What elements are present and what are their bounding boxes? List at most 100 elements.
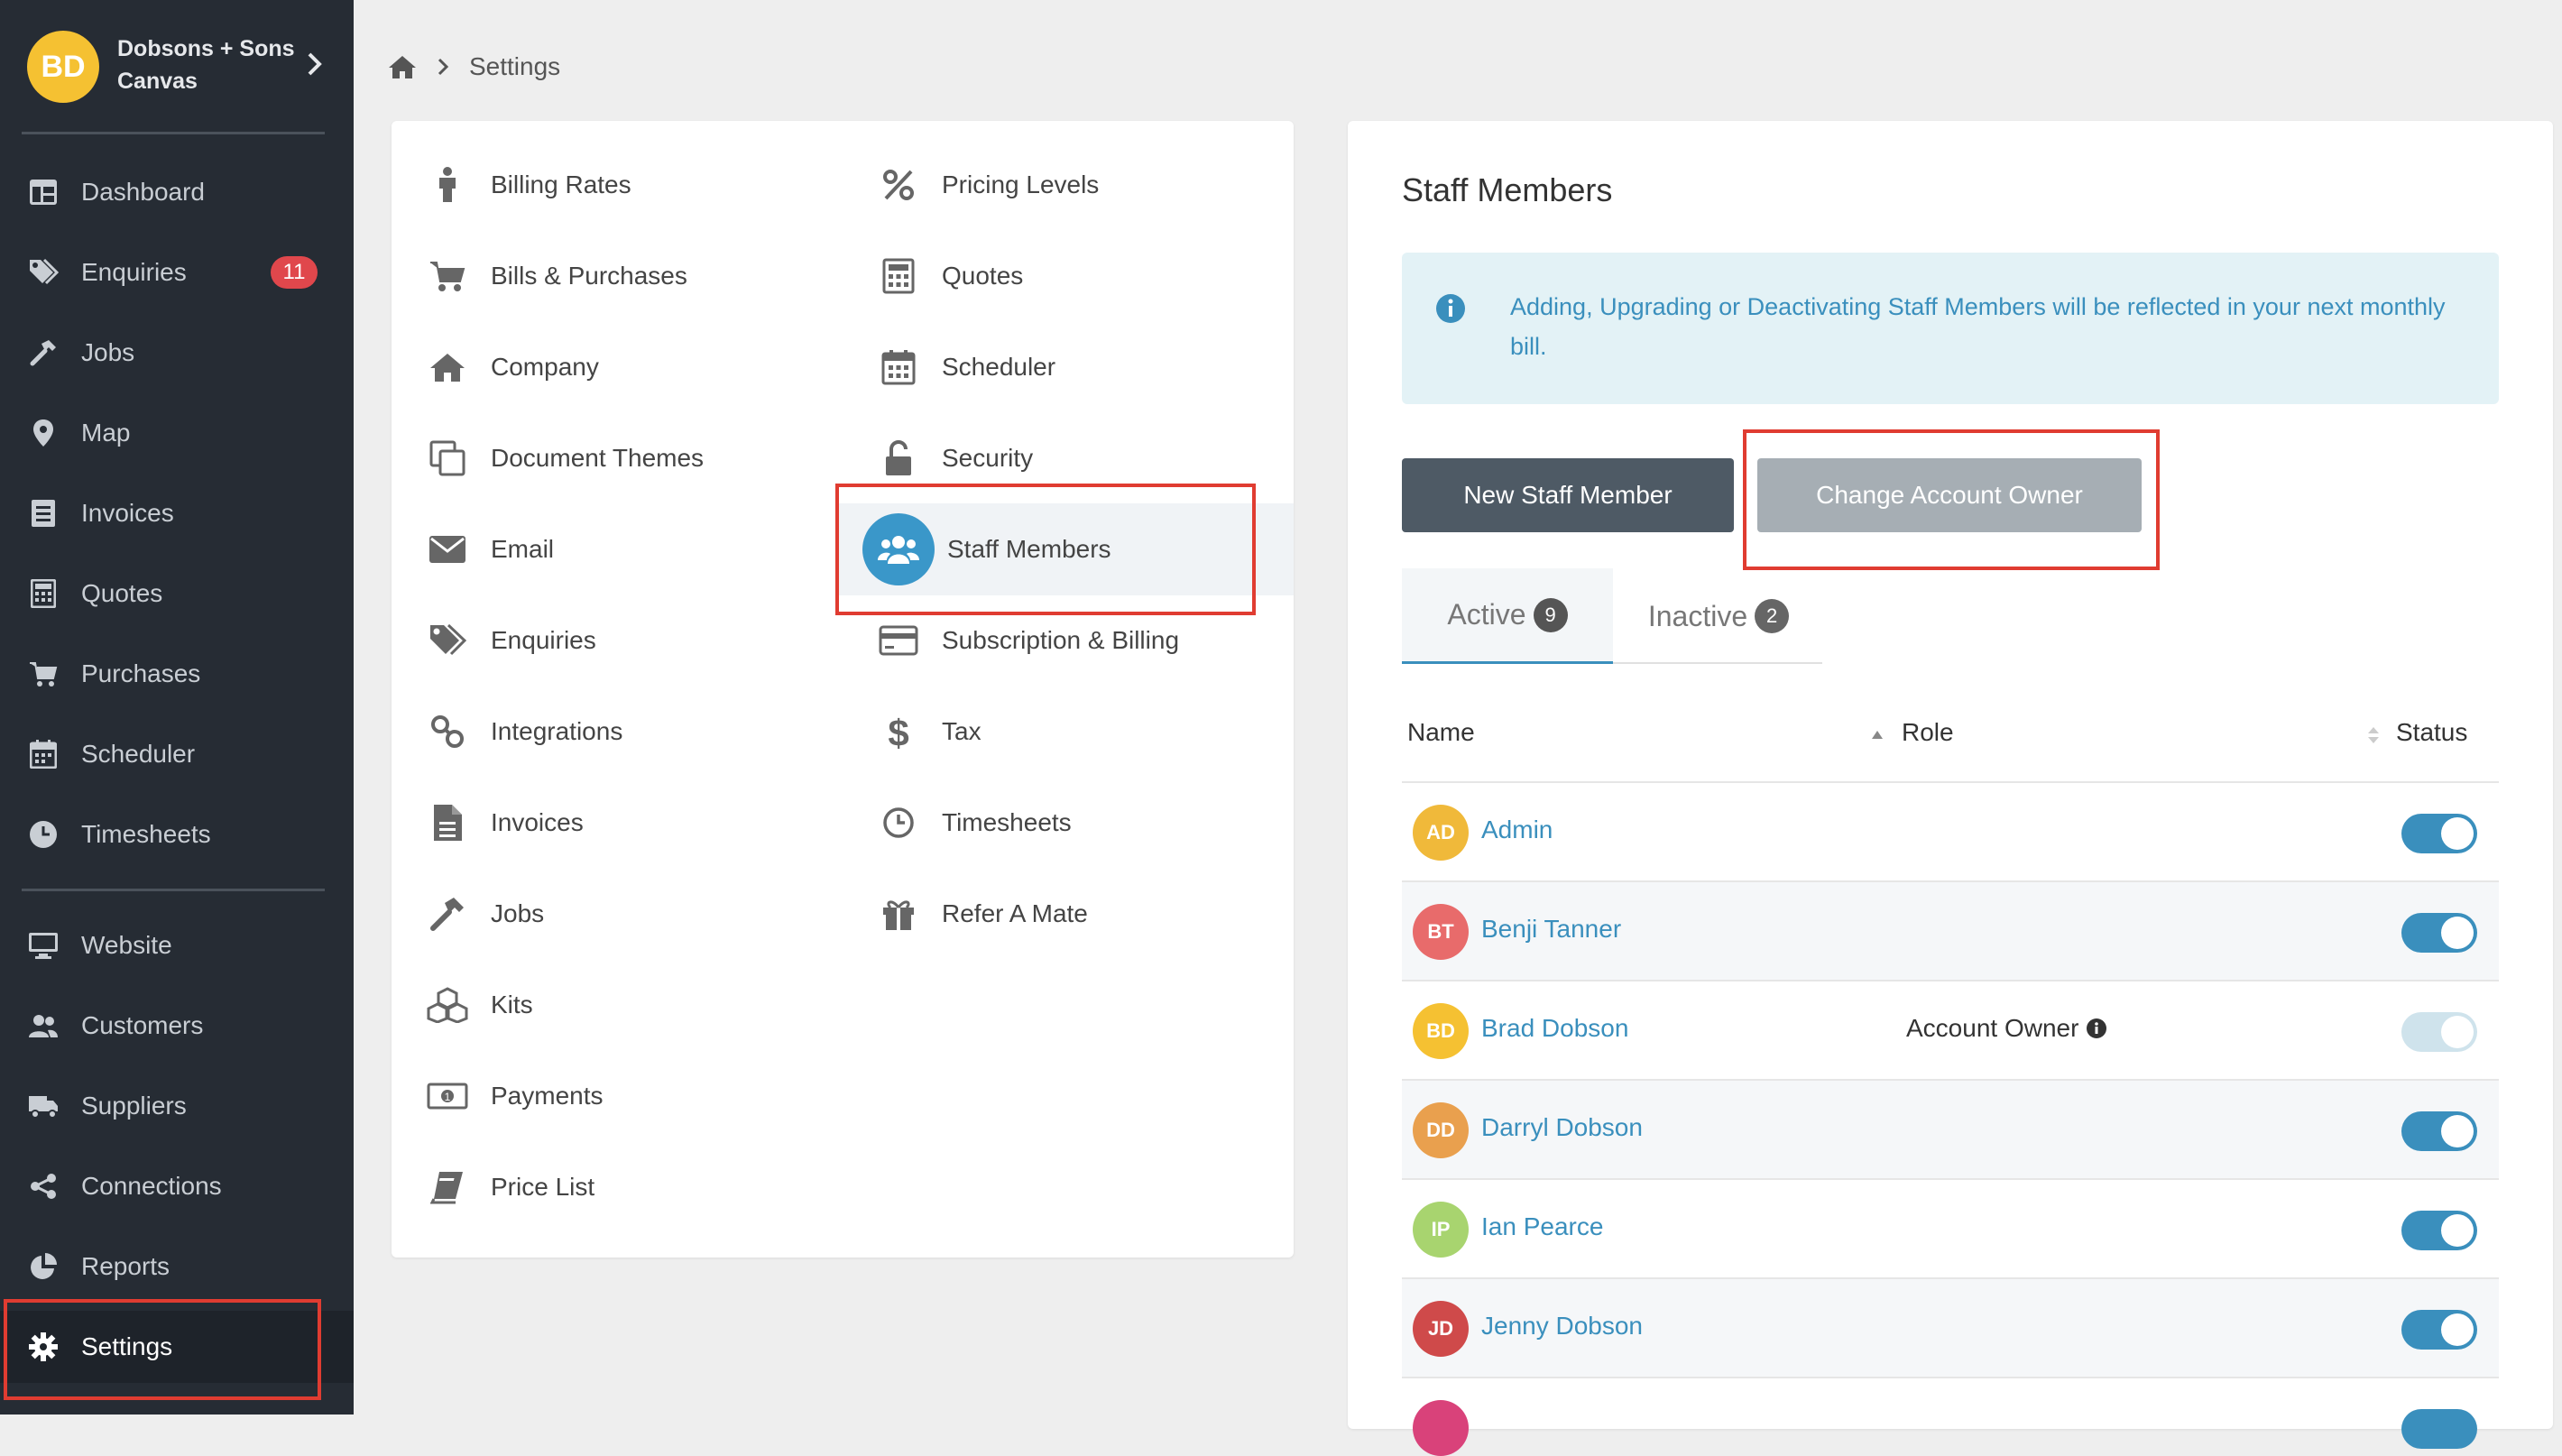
column-header-role[interactable]: Role xyxy=(1902,718,1954,747)
settings-item-payments[interactable]: 1 Payments xyxy=(424,1060,604,1132)
settings-item-pricing-levels[interactable]: Pricing Levels xyxy=(875,149,1099,221)
calendar-icon xyxy=(875,344,922,391)
sidebar-item-reports[interactable]: Reports xyxy=(0,1230,354,1303)
sidebar-item-website[interactable]: Website xyxy=(0,909,354,981)
home-icon[interactable] xyxy=(388,54,417,79)
sidebar-item-map[interactable]: Map xyxy=(0,397,354,469)
column-header-status[interactable]: Status xyxy=(2396,718,2467,747)
settings-item-refer-a-mate[interactable]: Refer A Mate xyxy=(875,878,1088,950)
calculator-icon xyxy=(27,577,60,610)
status-toggle[interactable] xyxy=(2401,913,2477,953)
sidebar-divider xyxy=(22,889,325,891)
settings-item-company[interactable]: Company xyxy=(424,331,599,403)
sidebar-item-enquiries[interactable]: Enquiries 11 xyxy=(0,236,354,309)
settings-item-billing-rates[interactable]: Billing Rates xyxy=(424,149,631,221)
settings-item-integrations[interactable]: Integrations xyxy=(424,696,622,768)
map-pin-icon xyxy=(27,417,60,449)
staff-name-link[interactable]: Darryl Dobson xyxy=(1481,1113,1643,1142)
sidebar-item-label: Purchases xyxy=(81,659,201,687)
sidebar-item-label: Customers xyxy=(81,1011,204,1039)
staff-name-link[interactable]: Ian Pearce xyxy=(1481,1212,1603,1241)
tab-count-badge: 9 xyxy=(1533,597,1568,632)
tags-icon xyxy=(424,617,471,664)
settings-item-label: Document Themes xyxy=(491,444,705,472)
settings-item-tax[interactable]: $ Tax xyxy=(875,696,981,768)
sidebar-item-label: Map xyxy=(81,419,131,447)
sidebar-item-timesheets[interactable]: Timesheets xyxy=(0,798,354,871)
avatar: JD xyxy=(1413,1301,1469,1357)
tab-inactive[interactable]: Inactive 2 xyxy=(1613,568,1824,664)
sidebar-item-dashboard[interactable]: Dashboard xyxy=(0,156,354,228)
settings-item-price-list[interactable]: Price List xyxy=(424,1151,594,1223)
gift-icon xyxy=(875,890,922,937)
settings-item-label: Timesheets xyxy=(942,808,1072,836)
toggle-knob xyxy=(2441,1115,2474,1147)
sidebar-item-invoices[interactable]: Invoices xyxy=(0,477,354,549)
settings-highlight-box xyxy=(4,1299,321,1400)
book-icon xyxy=(424,1164,471,1211)
settings-item-label: Scheduler xyxy=(942,353,1056,381)
svg-text:1: 1 xyxy=(445,1091,451,1103)
info-circle-icon[interactable] xyxy=(2086,1018,2107,1039)
new-staff-member-button[interactable]: New Staff Member xyxy=(1402,458,1734,532)
hammer-icon xyxy=(27,336,60,369)
tab-label: Active xyxy=(1447,598,1526,631)
sidebar-item-connections[interactable]: Connections xyxy=(0,1150,354,1222)
info-alert: Adding, Upgrading or Deactivating Staff … xyxy=(1402,253,2499,404)
panel-title: Staff Members xyxy=(1402,171,1613,208)
dashboard-icon xyxy=(27,176,60,208)
sidebar-item-jobs[interactable]: Jobs xyxy=(0,317,354,389)
status-toggle[interactable] xyxy=(2401,1111,2477,1151)
sidebar-item-scheduler[interactable]: Scheduler xyxy=(0,718,354,790)
settings-item-subscription-billing[interactable]: Subscription & Billing xyxy=(875,604,1179,677)
settings-item-jobs[interactable]: Jobs xyxy=(424,878,544,950)
table-row: AD Admin xyxy=(1402,781,2499,882)
chevron-right-icon xyxy=(305,51,325,78)
table-row: JD Jenny Dobson xyxy=(1402,1277,2499,1378)
staff-name-link[interactable]: Brad Dobson xyxy=(1481,1014,1628,1043)
settings-item-label: Invoices xyxy=(491,808,584,836)
staff-name-link[interactable]: Jenny Dobson xyxy=(1481,1312,1643,1341)
info-circle-icon xyxy=(1434,292,1467,325)
sort-both-icon[interactable] xyxy=(2367,725,2380,745)
column-header-name[interactable]: Name xyxy=(1407,718,1475,747)
settings-item-document-themes[interactable]: Document Themes xyxy=(424,422,704,494)
settings-item-kits[interactable]: Kits xyxy=(424,969,533,1041)
change-owner-highlight-box xyxy=(1743,429,2160,570)
status-toggle[interactable] xyxy=(2401,1409,2477,1449)
sort-up-icon[interactable] xyxy=(1871,729,1884,740)
settings-item-enquiries[interactable]: Enquiries xyxy=(424,604,596,677)
settings-item-scheduler[interactable]: Scheduler xyxy=(875,331,1055,403)
status-toggle xyxy=(2401,1012,2477,1052)
money-icon: 1 xyxy=(424,1073,471,1120)
toggle-knob xyxy=(2441,917,2474,949)
settings-item-label: Pricing Levels xyxy=(942,170,1100,198)
settings-item-label: Integrations xyxy=(491,717,623,745)
sidebar-item-label: Jobs xyxy=(81,338,135,366)
sidebar-item-quotes[interactable]: Quotes xyxy=(0,558,354,630)
calculator-icon xyxy=(875,253,922,299)
settings-item-timesheets[interactable]: Timesheets xyxy=(875,787,1072,859)
sidebar-item-label: Timesheets xyxy=(81,820,211,848)
avatar: IP xyxy=(1413,1202,1469,1258)
status-toggle[interactable] xyxy=(2401,814,2477,853)
settings-item-email[interactable]: Email xyxy=(424,513,554,585)
settings-item-bills-purchases[interactable]: Bills & Purchases xyxy=(424,240,687,312)
info-text: Adding, Upgrading or Deactivating Staff … xyxy=(1510,293,2446,360)
avatar: BT xyxy=(1413,904,1469,960)
sidebar-item-purchases[interactable]: Purchases xyxy=(0,638,354,710)
staff-name-link[interactable]: Admin xyxy=(1481,816,1553,844)
invoice-icon xyxy=(27,497,60,530)
tab-active[interactable]: Active 9 xyxy=(1402,568,1613,664)
settings-item-invoices[interactable]: Invoices xyxy=(424,787,584,859)
sidebar-item-label: Reports xyxy=(81,1252,170,1280)
settings-item-quotes[interactable]: Quotes xyxy=(875,240,1023,312)
sidebar-item-customers[interactable]: Customers xyxy=(0,990,354,1062)
status-toggle[interactable] xyxy=(2401,1211,2477,1250)
org-switcher[interactable]: BD Dobsons + Sons Canvas xyxy=(27,23,334,110)
status-toggle[interactable] xyxy=(2401,1310,2477,1350)
pie-chart-icon xyxy=(27,1250,60,1283)
staff-name-link[interactable]: Benji Tanner xyxy=(1481,915,1621,944)
sidebar-item-suppliers[interactable]: Suppliers xyxy=(0,1070,354,1142)
cubes-icon xyxy=(424,981,471,1028)
